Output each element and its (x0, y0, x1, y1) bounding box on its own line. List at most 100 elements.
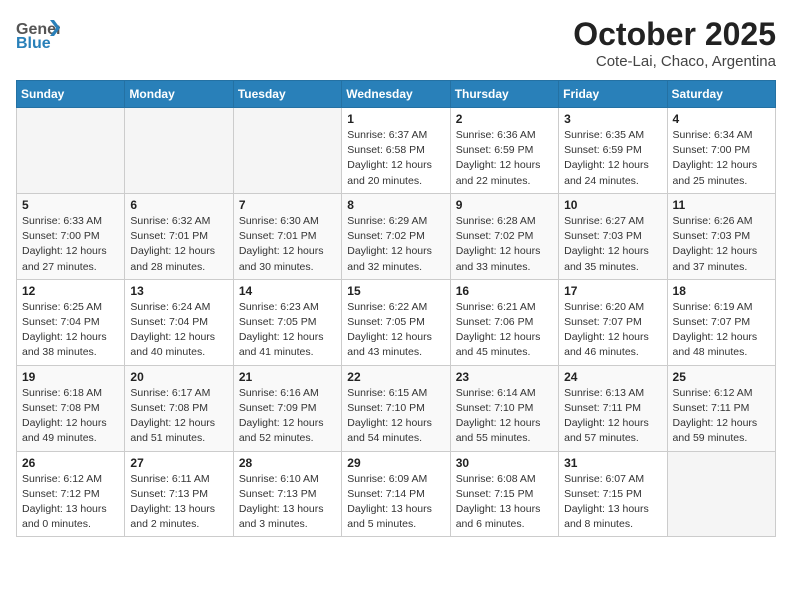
month-title: October 2025 (573, 16, 776, 53)
day-number: 15 (347, 284, 444, 298)
calendar-day-cell: 19Sunrise: 6:18 AM Sunset: 7:08 PM Dayli… (17, 365, 125, 451)
weekday-header-cell: Saturday (667, 81, 775, 108)
day-number: 18 (673, 284, 770, 298)
day-info: Sunrise: 6:25 AM Sunset: 7:04 PM Dayligh… (22, 300, 119, 361)
day-number: 6 (130, 198, 227, 212)
weekday-header-cell: Friday (559, 81, 667, 108)
calendar-day-cell (667, 451, 775, 537)
day-info: Sunrise: 6:28 AM Sunset: 7:02 PM Dayligh… (456, 214, 553, 275)
calendar-day-cell: 21 Sunrise: 6:16 AM Sunset: 7:09 PM Dayli… (233, 365, 341, 451)
calendar-day-cell (233, 108, 341, 194)
calendar-day-cell: 27 Sunrise: 6:11 AM Sunset: 7:13 PM Dayli… (125, 451, 233, 537)
day-info: Sunrise: 6:21 AM Sunset: 7:06 PM Dayligh… (456, 300, 553, 361)
day-info: Sunrise: 6:29 AM Sunset: 7:02 PM Dayligh… (347, 214, 444, 275)
day-info: Sunrise: 6:09 AM Sunset: 7:14 PM Dayligh… (347, 472, 444, 533)
day-info: Sunrise: 6:22 AM Sunset: 7:05 PM Dayligh… (347, 300, 444, 361)
weekday-header-cell: Wednesday (342, 81, 450, 108)
day-info: Sunrise: 6:14 AM Sunset: 7:10 PM Dayligh… (456, 386, 553, 447)
day-number: 29 (347, 456, 444, 470)
day-info: Sunrise: 6:30 AM Sunset: 7:01 PM Dayligh… (239, 214, 336, 275)
calendar-day-cell: 25 Sunrise: 6:12 AM Sunset: 7:11 PM Dayli… (667, 365, 775, 451)
day-number: 23 (456, 370, 553, 384)
calendar-day-cell: 1 Sunrise: 6:37 AM Sunset: 6:58 PM Daylig… (342, 108, 450, 194)
day-info: Sunrise: 6:10 AM Sunset: 7:13 PM Dayligh… (239, 472, 336, 533)
day-info: Sunrise: 6:12 AM Sunset: 7:11 PM Dayligh… (673, 386, 770, 447)
day-number: 17 (564, 284, 661, 298)
calendar-day-cell: 29 Sunrise: 6:09 AM Sunset: 7:14 PM Dayli… (342, 451, 450, 537)
calendar-day-cell: 11Sunrise: 6:26 AM Sunset: 7:03 PM Dayli… (667, 193, 775, 279)
day-number: 20 (130, 370, 227, 384)
day-number: 2 (456, 112, 553, 126)
calendar-day-cell: 13 Sunrise: 6:24 AM Sunset: 7:04 PM Dayli… (125, 279, 233, 365)
logo: General Blue (16, 16, 64, 52)
calendar-day-cell: 26Sunrise: 6:12 AM Sunset: 7:12 PM Dayli… (17, 451, 125, 537)
svg-text:Blue: Blue (16, 35, 51, 52)
day-number: 4 (673, 112, 770, 126)
day-number: 21 (239, 370, 336, 384)
day-info: Sunrise: 6:18 AM Sunset: 7:08 PM Dayligh… (22, 386, 119, 447)
calendar-week-row: 12Sunrise: 6:25 AM Sunset: 7:04 PM Dayli… (17, 279, 776, 365)
day-number: 26 (22, 456, 119, 470)
day-number: 22 (347, 370, 444, 384)
weekday-header-cell: Monday (125, 81, 233, 108)
calendar-day-cell: 10Sunrise: 6:27 AM Sunset: 7:03 PM Dayli… (559, 193, 667, 279)
day-number: 24 (564, 370, 661, 384)
day-number: 16 (456, 284, 553, 298)
day-info: Sunrise: 6:32 AM Sunset: 7:01 PM Dayligh… (130, 214, 227, 275)
calendar-day-cell: 31 Sunrise: 6:07 AM Sunset: 7:15 PM Dayli… (559, 451, 667, 537)
day-info: Sunrise: 6:34 AM Sunset: 7:00 PM Dayligh… (673, 128, 770, 189)
calendar-day-cell: 2 Sunrise: 6:36 AM Sunset: 6:59 PM Daylig… (450, 108, 558, 194)
day-number: 28 (239, 456, 336, 470)
calendar-day-cell: 12Sunrise: 6:25 AM Sunset: 7:04 PM Dayli… (17, 279, 125, 365)
calendar-day-cell: 4 Sunrise: 6:34 AM Sunset: 7:00 PM Daylig… (667, 108, 775, 194)
calendar-day-cell: 17 Sunrise: 6:20 AM Sunset: 7:07 PM Dayli… (559, 279, 667, 365)
calendar-day-cell: 16 Sunrise: 6:21 AM Sunset: 7:06 PM Dayli… (450, 279, 558, 365)
day-info: Sunrise: 6:13 AM Sunset: 7:11 PM Dayligh… (564, 386, 661, 447)
day-info: Sunrise: 6:37 AM Sunset: 6:58 PM Dayligh… (347, 128, 444, 189)
day-number: 25 (673, 370, 770, 384)
calendar-week-row: 1 Sunrise: 6:37 AM Sunset: 6:58 PM Daylig… (17, 108, 776, 194)
calendar-body: 1 Sunrise: 6:37 AM Sunset: 6:58 PM Daylig… (17, 108, 776, 537)
calendar-day-cell: 23 Sunrise: 6:14 AM Sunset: 7:10 PM Dayli… (450, 365, 558, 451)
calendar-day-cell: 7 Sunrise: 6:30 AM Sunset: 7:01 PM Daylig… (233, 193, 341, 279)
calendar-day-cell: 18Sunrise: 6:19 AM Sunset: 7:07 PM Dayli… (667, 279, 775, 365)
day-number: 5 (22, 198, 119, 212)
calendar-day-cell: 14Sunrise: 6:23 AM Sunset: 7:05 PM Dayli… (233, 279, 341, 365)
day-info: Sunrise: 6:24 AM Sunset: 7:04 PM Dayligh… (130, 300, 227, 361)
day-info: Sunrise: 6:23 AM Sunset: 7:05 PM Dayligh… (239, 300, 336, 361)
calendar-day-cell (17, 108, 125, 194)
calendar-week-row: 19Sunrise: 6:18 AM Sunset: 7:08 PM Dayli… (17, 365, 776, 451)
day-info: Sunrise: 6:26 AM Sunset: 7:03 PM Dayligh… (673, 214, 770, 275)
day-info: Sunrise: 6:33 AM Sunset: 7:00 PM Dayligh… (22, 214, 119, 275)
day-number: 1 (347, 112, 444, 126)
day-info: Sunrise: 6:08 AM Sunset: 7:15 PM Dayligh… (456, 472, 553, 533)
calendar-day-cell: 28 Sunrise: 6:10 AM Sunset: 7:13 PM Dayli… (233, 451, 341, 537)
calendar-week-row: 26Sunrise: 6:12 AM Sunset: 7:12 PM Dayli… (17, 451, 776, 537)
day-info: Sunrise: 6:20 AM Sunset: 7:07 PM Dayligh… (564, 300, 661, 361)
weekday-header-row: SundayMondayTuesdayWednesdayThursdayFrid… (17, 81, 776, 108)
calendar-week-row: 5 Sunrise: 6:33 AM Sunset: 7:00 PM Daylig… (17, 193, 776, 279)
day-number: 7 (239, 198, 336, 212)
page-header: General Blue October 2025 Cote-Lai, Chac… (16, 16, 776, 70)
day-info: Sunrise: 6:16 AM Sunset: 7:09 PM Dayligh… (239, 386, 336, 447)
calendar-day-cell (125, 108, 233, 194)
day-number: 30 (456, 456, 553, 470)
day-info: Sunrise: 6:11 AM Sunset: 7:13 PM Dayligh… (130, 472, 227, 533)
day-info: Sunrise: 6:15 AM Sunset: 7:10 PM Dayligh… (347, 386, 444, 447)
calendar-day-cell: 22 Sunrise: 6:15 AM Sunset: 7:10 PM Dayli… (342, 365, 450, 451)
day-number: 3 (564, 112, 661, 126)
day-number: 27 (130, 456, 227, 470)
day-info: Sunrise: 6:35 AM Sunset: 6:59 PM Dayligh… (564, 128, 661, 189)
day-number: 10 (564, 198, 661, 212)
day-info: Sunrise: 6:36 AM Sunset: 6:59 PM Dayligh… (456, 128, 553, 189)
day-number: 9 (456, 198, 553, 212)
logo-icon: General Blue (16, 16, 60, 52)
day-number: 31 (564, 456, 661, 470)
calendar-day-cell: 3 Sunrise: 6:35 AM Sunset: 6:59 PM Daylig… (559, 108, 667, 194)
day-number: 13 (130, 284, 227, 298)
weekday-header-cell: Tuesday (233, 81, 341, 108)
calendar-day-cell: 9 Sunrise: 6:28 AM Sunset: 7:02 PM Daylig… (450, 193, 558, 279)
day-number: 8 (347, 198, 444, 212)
day-info: Sunrise: 6:07 AM Sunset: 7:15 PM Dayligh… (564, 472, 661, 533)
calendar-table: SundayMondayTuesdayWednesdayThursdayFrid… (16, 80, 776, 537)
